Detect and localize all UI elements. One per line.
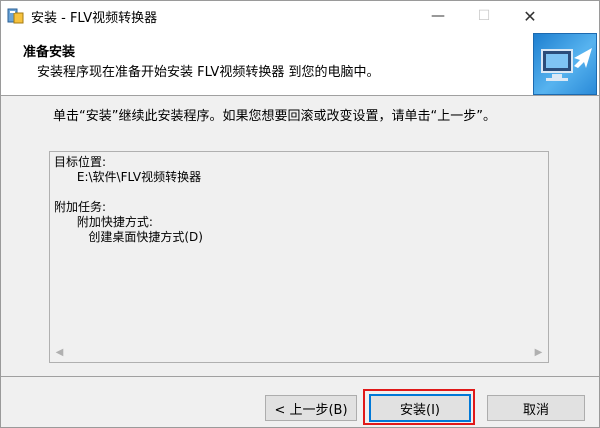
page-title: 准备安装 — [23, 45, 76, 60]
scroll-right-icon[interactable]: ▶ — [530, 344, 547, 361]
installer-icon — [7, 8, 24, 24]
cancel-button[interactable]: 取消 — [487, 395, 585, 421]
computer-install-icon — [533, 33, 597, 95]
title-bar: 安装 - FLV视频转换器 — ☐ ✕ — [1, 1, 599, 31]
close-button[interactable]: ✕ — [507, 1, 553, 31]
install-button[interactable]: 安装(I) — [369, 394, 471, 422]
wizard-header: 准备安装 安装程序现在准备开始安装 FLV视频转换器 到您的电脑中。 — [1, 31, 599, 96]
horizontal-scrollbar[interactable]: ◀ ▶ — [51, 344, 547, 361]
page-subtitle: 安装程序现在准备开始安装 FLV视频转换器 到您的电脑中。 — [37, 65, 380, 80]
scroll-left-icon[interactable]: ◀ — [51, 344, 68, 361]
installer-window: 安装 - FLV视频转换器 — ☐ ✕ 准备安装 安装程序现在准备开始安装 FL… — [0, 0, 600, 428]
window-title: 安装 - FLV视频转换器 — [31, 11, 158, 26]
minimize-button[interactable]: — — [415, 1, 461, 31]
maximize-button[interactable]: ☐ — [461, 1, 507, 31]
back-button[interactable]: < 上一步(B) — [265, 395, 357, 421]
ready-memo-box[interactable]: 目标位置: E:\软件\FLV视频转换器 附加任务: 附加快捷方式: 创建桌面快… — [49, 151, 549, 363]
ready-memo-text: 目标位置: E:\软件\FLV视频转换器 附加任务: 附加快捷方式: 创建桌面快… — [54, 155, 203, 244]
footer-divider — [1, 376, 599, 377]
instruction-text: 单击“安装”继续此安装程序。如果您想要回滚或改变设置，请单击“上一步”。 — [53, 109, 496, 124]
